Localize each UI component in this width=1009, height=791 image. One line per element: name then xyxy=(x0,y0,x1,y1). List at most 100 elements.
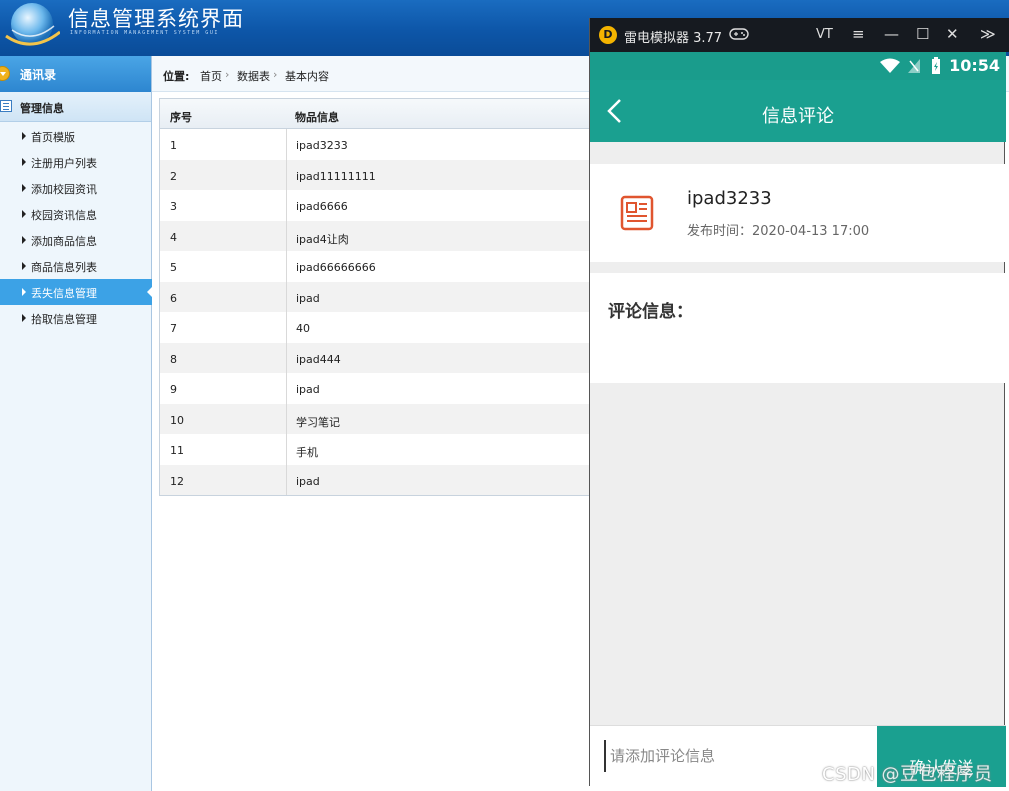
table-row[interactable]: 12 ipad xyxy=(160,464,600,495)
cell-item: ipad444 xyxy=(296,352,341,366)
cell-index: 10 xyxy=(170,413,184,427)
sidebar-group-contacts[interactable]: 通讯录 xyxy=(0,56,151,92)
breadcrumb-separator: › xyxy=(225,68,230,81)
table-row[interactable]: 5 ipad66666666 xyxy=(160,251,600,282)
table-row[interactable]: 1 ipad3233 xyxy=(160,129,600,160)
sidebar-item-label: 校园资讯信息 xyxy=(31,209,97,222)
breadcrumb-prefix: 位置: xyxy=(163,70,190,83)
gamepad-icon[interactable] xyxy=(729,27,749,41)
news-icon xyxy=(620,195,654,231)
cell-item: 40 xyxy=(296,322,310,335)
cell-index: 6 xyxy=(170,291,177,305)
menu-icon[interactable]: ≡ xyxy=(852,25,865,43)
expand-sidebar-icon[interactable]: ≫ xyxy=(980,25,996,43)
column-header-item[interactable]: 物品信息 xyxy=(295,109,339,125)
item-card[interactable]: ipad3233 发布时间：2020-04-13 17:00 xyxy=(590,164,1006,262)
minimize-icon[interactable]: — xyxy=(884,25,899,43)
cell-item: ipad xyxy=(296,383,320,396)
breadcrumb-home[interactable]: 首页 xyxy=(200,68,222,84)
sidebar-group-manage[interactable]: 管理信息 xyxy=(0,92,151,122)
table-row[interactable]: 8 ipad444 xyxy=(160,342,600,373)
cell-item: ipad3233 xyxy=(296,139,348,152)
cell-item: ipad xyxy=(296,291,320,305)
status-time: 10:54 xyxy=(949,56,1000,75)
emulator-window: D 雷电模拟器 3.77 VT ≡ — ☐ ✕ ≫ 10:54 信息评论 ipa… xyxy=(589,18,1009,787)
sidebar-item-add-product[interactable]: 添加商品信息 xyxy=(0,227,151,253)
sidebar-group-label: 通讯录 xyxy=(20,68,57,82)
breadcrumb-separator: › xyxy=(273,68,278,81)
table-row[interactable]: 7 40 xyxy=(160,312,600,343)
sidebar-item-users[interactable]: 注册用户列表 xyxy=(0,149,151,175)
maximize-icon[interactable]: ☐ xyxy=(916,25,929,43)
chevron-down-icon xyxy=(0,66,10,81)
cell-index: 12 xyxy=(170,474,184,488)
cell-index: 3 xyxy=(170,200,177,213)
table-row[interactable]: 2 ipad11111111 xyxy=(160,159,600,190)
cell-item: ipad4让肉 xyxy=(296,232,349,246)
table-row[interactable]: 3 ipad6666 xyxy=(160,190,600,221)
sidebar-item-label: 添加校园资讯 xyxy=(31,183,97,196)
wifi-icon xyxy=(880,58,900,73)
vt-indicator[interactable]: VT xyxy=(816,27,833,42)
app-title: 信息管理系统界面 xyxy=(68,7,244,31)
cell-item: ipad11111111 xyxy=(296,169,376,183)
cell-index: 9 xyxy=(170,383,177,396)
cell-item: 学习笔记 xyxy=(296,415,340,429)
caret-right-icon xyxy=(22,210,26,218)
cell-item: ipad6666 xyxy=(296,200,348,213)
sidebar-item-home-template[interactable]: 首页模版 xyxy=(0,123,151,149)
caret-right-icon xyxy=(22,132,26,140)
caret-right-icon xyxy=(22,184,26,192)
item-title: ipad3233 xyxy=(687,188,772,209)
watermark: CSDN @豆包程序员 xyxy=(822,764,993,785)
sidebar-item-label: 添加商品信息 xyxy=(31,235,97,248)
column-divider xyxy=(286,129,287,495)
data-table: 序号 物品信息 1 ipad3233 2 ipad11111111 3 ipad6666 4… xyxy=(159,98,600,496)
table-row[interactable]: 4 ipad4让肉 xyxy=(160,220,600,251)
table-header: 序号 物品信息 xyxy=(160,99,600,129)
caret-right-icon xyxy=(22,262,26,270)
caret-right-icon xyxy=(22,158,26,166)
cell-index: 7 xyxy=(170,322,177,335)
cell-index: 11 xyxy=(170,444,184,457)
cell-index: 5 xyxy=(170,261,177,274)
cell-item: 手机 xyxy=(296,446,318,459)
cell-index: 2 xyxy=(170,169,177,183)
cell-index: 4 xyxy=(170,230,177,244)
sidebar-item-news-info[interactable]: 校园资讯信息 xyxy=(0,201,151,227)
table-row[interactable]: 11 手机 xyxy=(160,434,600,465)
table-row[interactable]: 10 学习笔记 xyxy=(160,403,600,434)
caret-right-icon xyxy=(22,314,26,322)
battery-icon xyxy=(932,57,940,74)
list-icon xyxy=(0,100,12,112)
sidebar: 通讯录 管理信息 首页模版 注册用户列表 添加校园资讯 校园资讯信息 添加商品信… xyxy=(0,56,153,791)
close-icon[interactable]: ✕ xyxy=(946,25,959,43)
emulator-logo-icon: D xyxy=(599,26,617,44)
sidebar-item-label: 首页模版 xyxy=(31,131,75,144)
cell-index: 1 xyxy=(170,139,177,152)
cell-index: 8 xyxy=(170,352,177,366)
sidebar-item-found-items[interactable]: 拾取信息管理 xyxy=(0,305,151,331)
breadcrumb-current: 基本内容 xyxy=(285,70,329,83)
sidebar-item-lost-items[interactable]: 丢失信息管理 xyxy=(0,279,153,305)
sidebar-item-label: 拾取信息管理 xyxy=(31,313,97,326)
table-row[interactable]: 6 ipad xyxy=(160,281,600,312)
emulator-title: 雷电模拟器 3.77 xyxy=(624,31,723,46)
sidebar-item-label: 注册用户列表 xyxy=(31,157,97,170)
sidebar-item-product-list[interactable]: 商品信息列表 xyxy=(0,253,151,279)
breadcrumb-datatable[interactable]: 数据表 xyxy=(237,68,270,84)
android-status-bar: 10:54 xyxy=(590,52,1006,80)
cell-item: ipad xyxy=(296,474,320,488)
sidebar-item-label: 商品信息列表 xyxy=(31,261,97,274)
comment-section: 评论信息： xyxy=(590,273,1006,383)
table-row[interactable]: 9 ipad xyxy=(160,373,600,404)
sidebar-group-label: 管理信息 xyxy=(20,102,64,115)
item-publish-time: 发布时间：2020-04-13 17:00 xyxy=(687,224,870,239)
sidebar-item-label: 丢失信息管理 xyxy=(31,287,97,300)
sidebar-item-add-news[interactable]: 添加校园资讯 xyxy=(0,175,151,201)
column-header-index[interactable]: 序号 xyxy=(170,109,192,125)
caret-right-icon xyxy=(22,236,26,244)
app-header: 信息评论 xyxy=(590,80,1006,142)
globe-logo-icon xyxy=(5,3,60,46)
emulator-titlebar[interactable]: D 雷电模拟器 3.77 VT ≡ — ☐ ✕ ≫ xyxy=(590,18,1009,52)
